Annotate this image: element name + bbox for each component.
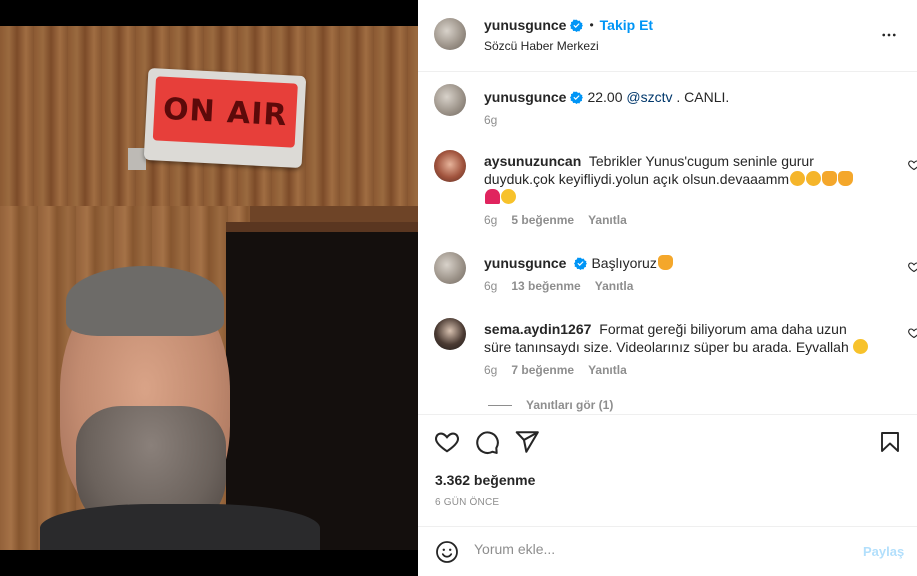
post-media-panel: ON AIR xyxy=(0,0,418,576)
save-bookmark-icon[interactable] xyxy=(878,429,902,455)
comment-bubble-icon[interactable] xyxy=(474,429,500,455)
caption-text-end: . CANLI. xyxy=(672,89,730,105)
like-heart-icon[interactable] xyxy=(434,429,460,455)
author-username[interactable]: yunusgunce xyxy=(484,17,566,33)
comment-composer: Paylaş xyxy=(418,526,917,576)
comment-likes-count[interactable]: 7 beğenme xyxy=(511,363,574,377)
clapping-emoji-icon xyxy=(806,171,822,186)
post-date[interactable]: 6 GÜN ÖNCE xyxy=(435,497,499,508)
caption-avatar[interactable] xyxy=(434,84,466,116)
reply-button[interactable]: Yanıtla xyxy=(595,279,634,293)
view-replies-button[interactable]: Yanıtları gör (1) xyxy=(488,398,613,412)
comment-time[interactable]: 6g xyxy=(484,213,497,227)
comment-username[interactable]: sema.aydin1267 xyxy=(484,321,591,337)
header-separator: • xyxy=(589,18,594,32)
caption-mention-link[interactable]: @szctv xyxy=(626,89,672,105)
share-send-icon[interactable] xyxy=(514,429,540,455)
comment-body: yunusgunce Başlıyoruz xyxy=(484,254,874,272)
grinning-emoji-icon xyxy=(852,339,868,354)
waving-hand-emoji-icon xyxy=(657,255,673,270)
raised-hands-emoji-icon xyxy=(822,171,838,186)
post-sidebar: yunusgunce • Takip Et Sözcü Haber Merkez… xyxy=(418,0,917,576)
caption-time[interactable]: 6g xyxy=(484,113,497,127)
comment-username[interactable]: aysunuzuncan xyxy=(484,153,581,169)
comment-likes-count[interactable]: 13 beğenme xyxy=(511,279,580,293)
comment-time[interactable]: 6g xyxy=(484,279,497,293)
commenter-avatar[interactable] xyxy=(434,150,466,182)
comment-meta: 6g 7 beğenme Yanıtla xyxy=(484,363,627,377)
comment-like-heart-icon[interactable] xyxy=(908,327,917,339)
more-horizontal-icon[interactable] xyxy=(880,26,898,44)
comment-like-heart-icon[interactable] xyxy=(908,261,917,273)
post-header: yunusgunce • Takip Et Sözcü Haber Merkez… xyxy=(418,0,917,72)
post-photo[interactable]: ON AIR xyxy=(0,26,418,550)
comment-time[interactable]: 6g xyxy=(484,363,497,377)
raised-hands-emoji-icon xyxy=(838,171,854,186)
emoji-smiley-icon[interactable] xyxy=(435,540,459,564)
on-air-sign-text: ON AIR xyxy=(162,91,289,133)
comment-body: aysunuzuncan Tebrikler Yunus'cugum senin… xyxy=(484,152,874,206)
replies-divider-line xyxy=(488,404,512,406)
caption-text: 22.00 xyxy=(587,89,627,105)
comment-body: sema.aydin1267 Format gereği biliyorum a… xyxy=(484,320,874,356)
likes-count[interactable]: 3.362 beğenme xyxy=(435,472,535,488)
caption-body: yunusgunce 22.00 @szctv . CANLI. xyxy=(484,88,874,106)
verified-badge-icon xyxy=(570,19,584,32)
comment-meta: 6g 13 beğenme Yanıtla xyxy=(484,279,633,293)
commenter-avatar[interactable] xyxy=(434,318,466,350)
person-shirt xyxy=(40,504,320,550)
post-actions: 3.362 beğenme 6 GÜN ÖNCE xyxy=(418,414,917,526)
author-avatar[interactable] xyxy=(434,18,466,50)
commenter-avatar[interactable] xyxy=(434,252,466,284)
instagram-post-modal: ON AIR yunusgunce • Takip Et Sözcü Haber… xyxy=(0,0,917,576)
comment-likes-count[interactable]: 5 beğenme xyxy=(511,213,574,227)
person-hair xyxy=(66,266,224,336)
comment-username[interactable]: yunusgunce xyxy=(484,255,566,271)
comment-meta: 6g 5 beğenme Yanıtla xyxy=(484,213,627,227)
author-location[interactable]: Sözcü Haber Merkezi xyxy=(484,39,599,53)
caption-username[interactable]: yunusgunce xyxy=(484,89,566,105)
on-air-sign: ON AIR xyxy=(143,67,307,169)
author-name-row: yunusgunce • Takip Et xyxy=(484,17,653,33)
heart-eyes-emoji-icon xyxy=(501,189,516,204)
view-replies-label[interactable]: Yanıtları gör (1) xyxy=(526,398,613,412)
reply-button[interactable]: Yanıtla xyxy=(588,363,627,377)
clapping-emoji-icon xyxy=(790,171,806,186)
post-comment-button[interactable]: Paylaş xyxy=(863,544,904,559)
verified-badge-icon xyxy=(574,257,588,270)
comment-like-heart-icon[interactable] xyxy=(908,159,917,171)
red-heart-emoji-icon xyxy=(485,189,500,204)
comment-text: Başlıyoruz xyxy=(591,255,657,271)
on-air-sign-face: ON AIR xyxy=(152,76,298,148)
verified-badge-icon xyxy=(570,91,584,104)
caption-meta: 6g xyxy=(484,113,497,127)
reply-button[interactable]: Yanıtla xyxy=(588,213,627,227)
comment-input[interactable] xyxy=(474,541,854,557)
comments-list[interactable]: yunusgunce 22.00 @szctv . CANLI. 6g aysun… xyxy=(418,72,917,414)
follow-button[interactable]: Takip Et xyxy=(600,17,653,33)
dark-doorway xyxy=(226,232,418,550)
